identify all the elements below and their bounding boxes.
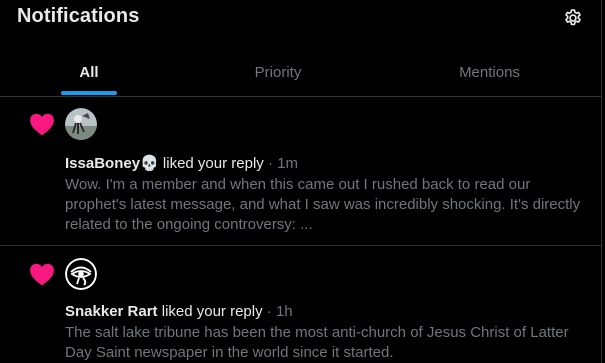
tab-bar: All Priority Mentions xyxy=(0,48,601,97)
avatar[interactable] xyxy=(65,258,97,290)
page-title: Notifications xyxy=(17,5,140,27)
tab-priority-label: Priority xyxy=(254,63,302,81)
action-text: liked your reply xyxy=(158,155,264,172)
avatar[interactable] xyxy=(65,108,97,140)
tab-priority[interactable]: Priority xyxy=(178,48,378,96)
tab-mentions[interactable]: Mentions xyxy=(378,48,601,96)
notification-header: Snakker Rart liked your reply · 1h xyxy=(65,303,293,320)
notification-item[interactable]: Snakker Rart liked your reply · 1h The s… xyxy=(0,246,601,363)
timestamp: · 1m xyxy=(263,155,298,172)
reply-preview: The salt lake tribune has been the most … xyxy=(65,324,569,361)
header: Notifications xyxy=(0,0,605,48)
active-tab-indicator xyxy=(61,91,117,95)
user-name[interactable]: IssaBoney xyxy=(65,155,140,172)
tab-mentions-label: Mentions xyxy=(459,63,520,81)
tab-all[interactable]: All xyxy=(0,48,178,96)
user-emoji: 💀 xyxy=(140,155,159,172)
action-text: liked your reply xyxy=(157,303,263,320)
user-name[interactable]: Snakker Rart xyxy=(65,303,158,320)
notification-header: IssaBoney💀 liked your reply · 1m xyxy=(65,154,298,172)
notification-item[interactable]: IssaBoney💀 liked your reply · 1m Wow. I'… xyxy=(0,97,601,246)
timestamp: · 1h xyxy=(262,303,293,320)
tab-all-label: All xyxy=(79,63,99,81)
heart-icon xyxy=(30,113,54,136)
column-divider xyxy=(601,0,602,363)
reply-preview: Wow. I'm a member and when this came out… xyxy=(65,176,581,233)
heart-icon xyxy=(30,263,54,286)
gear-icon[interactable] xyxy=(563,8,583,28)
